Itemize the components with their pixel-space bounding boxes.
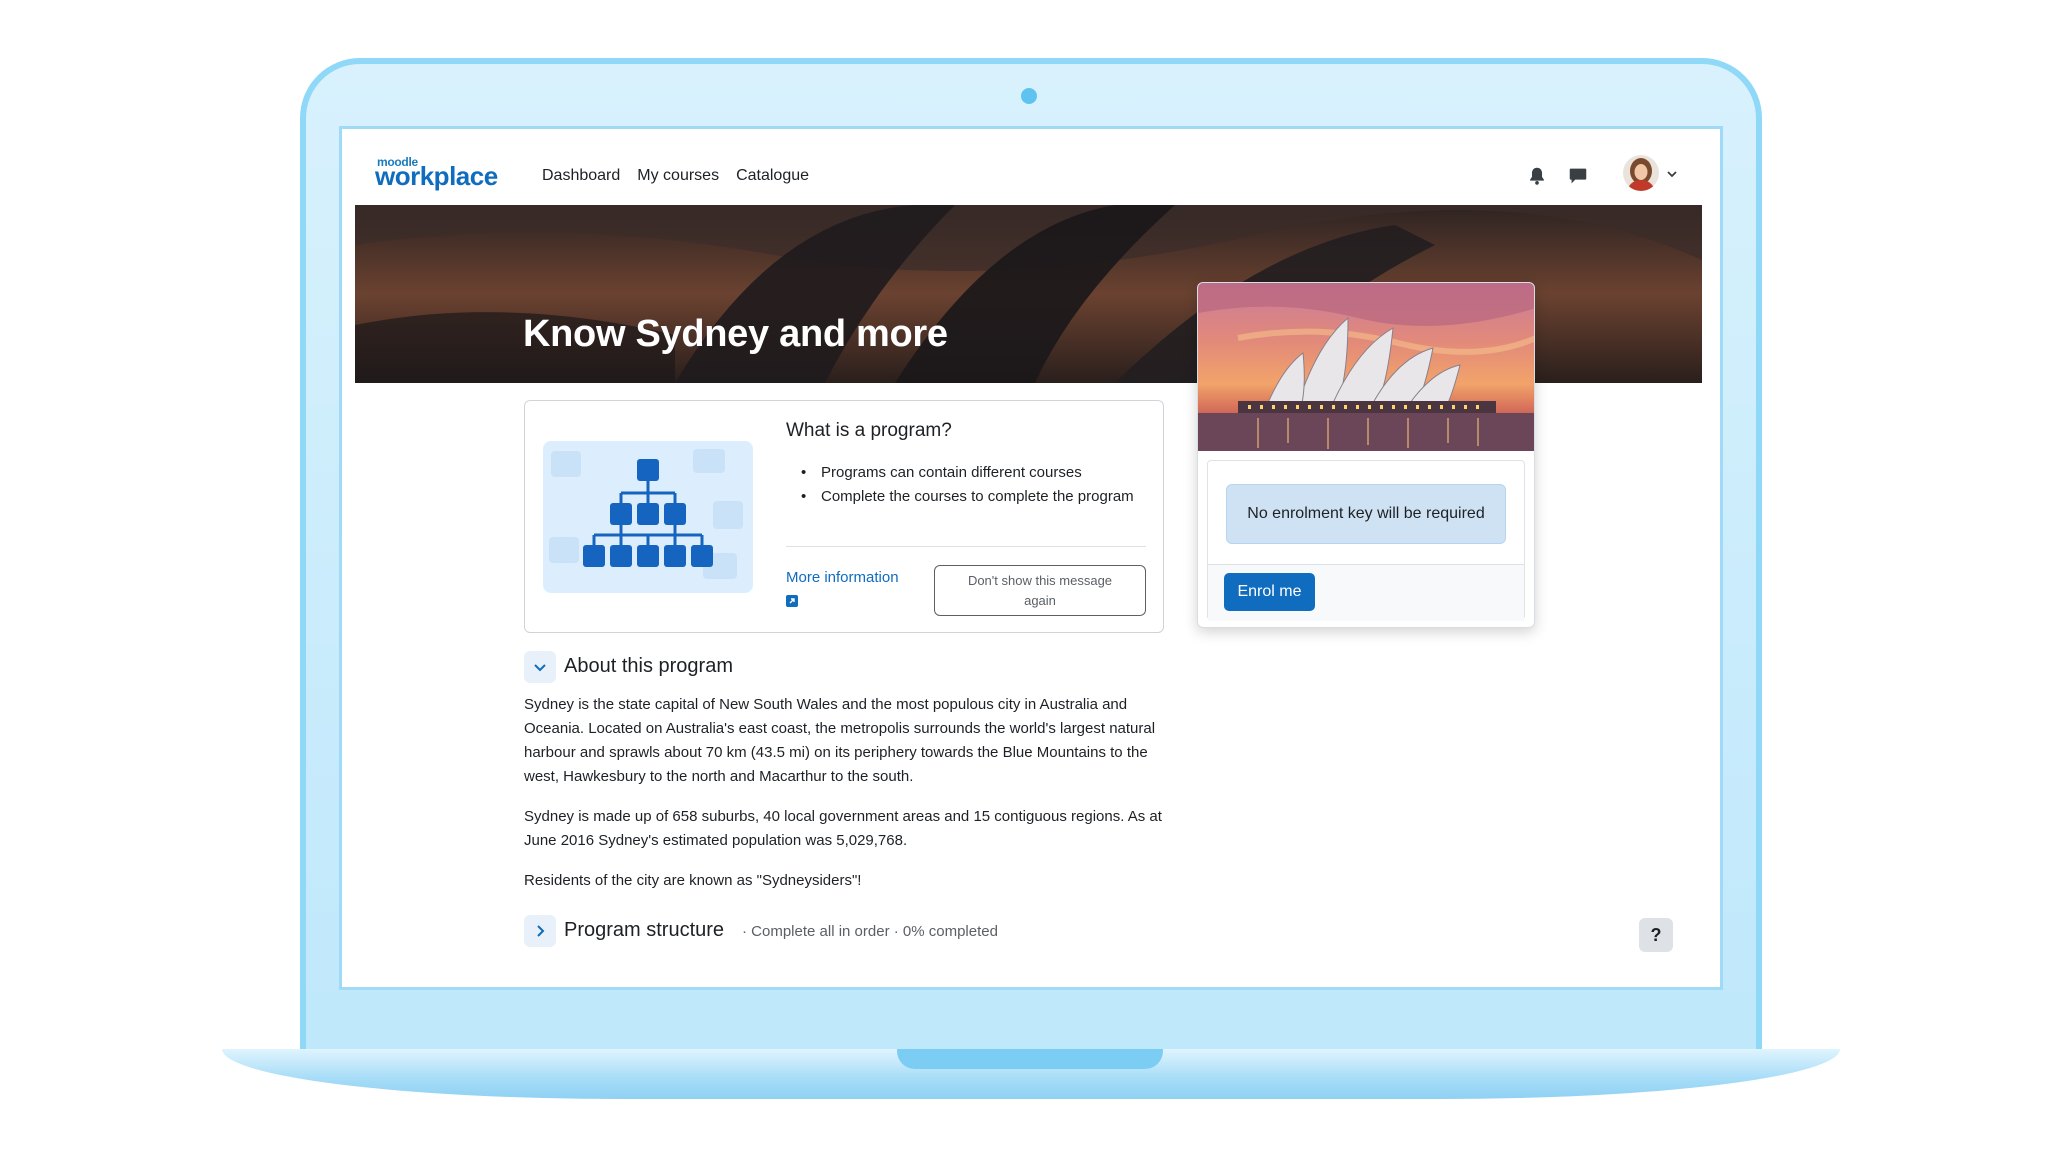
- page-title: Know Sydney and more: [523, 313, 948, 355]
- chevron-down-icon: [534, 664, 546, 672]
- program-hierarchy-illustration: [543, 441, 753, 593]
- program-structure-meta: · Complete all in order · 0% completed: [742, 923, 998, 940]
- avatar[interactable]: [1623, 155, 1659, 191]
- info-card-title: What is a program?: [786, 420, 952, 441]
- info-card-bullets: Programs can contain different courses C…: [801, 461, 1151, 509]
- opera-house-image: [1198, 283, 1534, 451]
- nav-dashboard[interactable]: Dashboard: [542, 167, 620, 185]
- about-heading: About this program: [564, 655, 733, 677]
- enrol-footer: Enrol me: [1208, 564, 1524, 621]
- program-structure-heading: Program structure: [564, 919, 725, 941]
- enrol-card: No enrolment key will be required Enrol …: [1197, 282, 1535, 628]
- list-item: Complete the courses to complete the pro…: [801, 485, 1151, 509]
- chat-icon[interactable]: [1567, 165, 1589, 187]
- enrol-me-button[interactable]: Enrol me: [1224, 573, 1315, 611]
- dont-show-again-button[interactable]: Don't show this message again: [934, 565, 1146, 616]
- nav-catalogue[interactable]: Catalogue: [736, 167, 809, 185]
- logo-big-text: workplace: [375, 161, 498, 191]
- enrolment-key-notice: No enrolment key will be required: [1226, 484, 1506, 544]
- program-info-card: What is a program? Programs can contain …: [524, 400, 1164, 633]
- nav-my-courses[interactable]: My courses: [637, 167, 719, 185]
- enrol-panel: No enrolment key will be required Enrol …: [1207, 460, 1525, 621]
- navbar: moodle workplace Dashboard My courses Ca…: [342, 129, 1720, 205]
- screen: moodle workplace Dashboard My courses Ca…: [339, 126, 1723, 990]
- laptop-camera: [1021, 88, 1037, 104]
- logo[interactable]: moodle workplace: [375, 155, 501, 191]
- more-information-link[interactable]: More information: [786, 569, 899, 586]
- chevron-down-icon[interactable]: [1665, 167, 1679, 181]
- primary-nav: Dashboard My courses Catalogue: [542, 167, 809, 185]
- help-button[interactable]: ?: [1639, 918, 1673, 952]
- about-paragraph-3: Residents of the city are known as "Sydn…: [524, 872, 862, 889]
- about-collapse-toggle[interactable]: [524, 651, 556, 683]
- laptop-base-notch: [897, 1049, 1163, 1069]
- program-structure-expand-toggle[interactable]: [524, 915, 556, 947]
- chevron-right-icon: [537, 925, 545, 937]
- hierarchy-icon: [549, 449, 743, 579]
- about-paragraph-1: Sydney is the state capital of New South…: [524, 696, 1156, 785]
- bell-icon[interactable]: [1526, 165, 1548, 187]
- list-item: Programs can contain different courses: [801, 461, 1151, 485]
- about-body: Sydney is the state capital of New South…: [524, 693, 1164, 909]
- external-link-icon[interactable]: [786, 595, 798, 607]
- about-paragraph-2: Sydney is made up of 658 suburbs, 40 loc…: [524, 808, 1162, 849]
- divider: [786, 546, 1146, 547]
